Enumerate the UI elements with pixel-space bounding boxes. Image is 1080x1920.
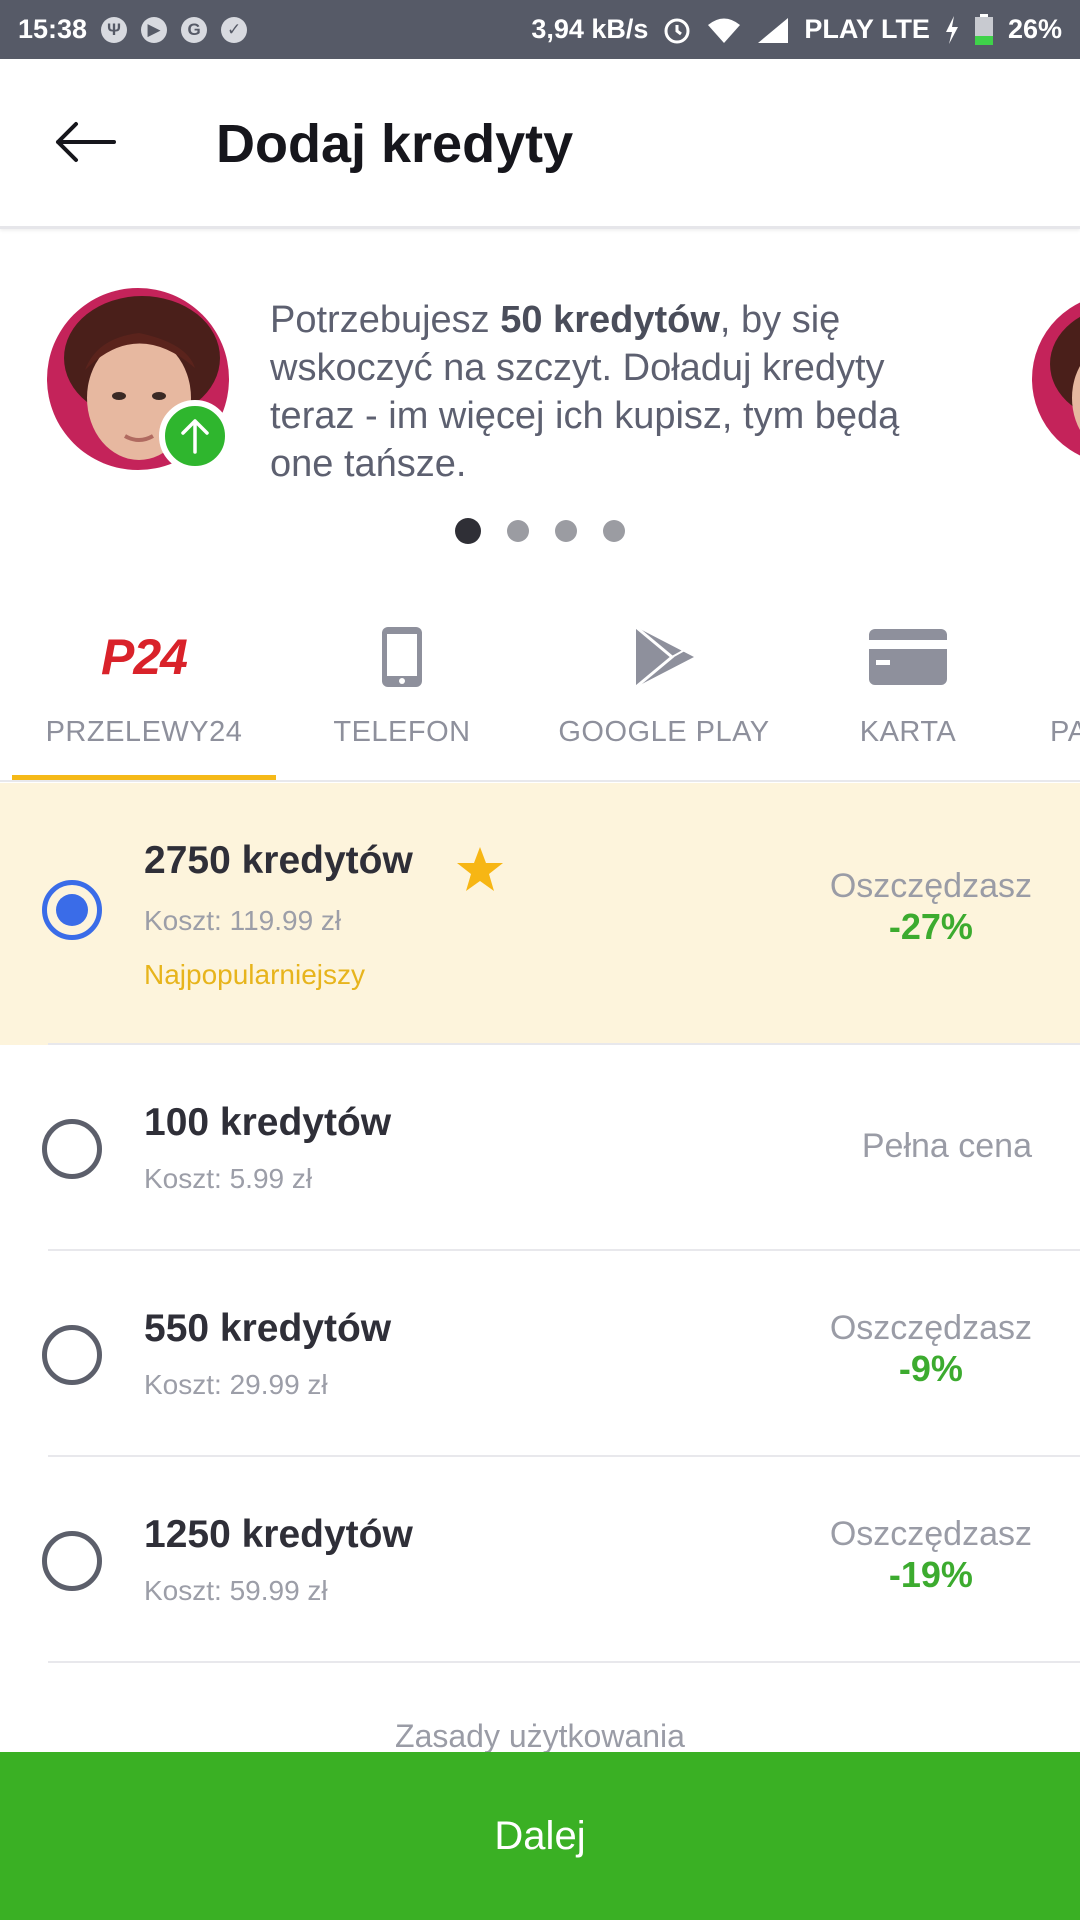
tab-label: PA — [1050, 716, 1080, 748]
tab-przelewy24[interactable]: P24 PRZELEWY24 — [12, 600, 276, 780]
charging-icon — [944, 15, 960, 44]
option-title: 550 kredytów — [144, 1307, 392, 1350]
card-icon — [868, 612, 948, 702]
popular-tag: Najpopularniejszy — [144, 959, 366, 990]
radio-button-selected[interactable] — [42, 880, 102, 940]
option-title: 1250 kredytów — [144, 1513, 413, 1556]
savings-label: Oszczędzasz — [829, 1309, 1032, 1347]
tab-karta[interactable]: KARTA — [840, 600, 976, 780]
alarm-icon — [662, 15, 692, 45]
carousel-dots — [455, 518, 625, 544]
arrow-up-icon — [159, 400, 231, 472]
savings-block: Oszczędzasz -9% — [830, 1309, 1032, 1390]
full-price-label: Pełna cena — [861, 1127, 1032, 1165]
savings-value: -27% — [888, 906, 973, 947]
option-title: 2750 kredytów — [144, 839, 413, 882]
p24-logo: P24 — [101, 629, 188, 685]
tab-telefon[interactable]: TELEFON — [296, 600, 508, 780]
promo-carousel[interactable]: Potrzebujesz 50 kredytów, by się wskoczy… — [0, 232, 1080, 562]
g-icon: G — [181, 16, 208, 43]
carousel-dot[interactable] — [455, 518, 481, 544]
radio-button[interactable] — [42, 1531, 102, 1591]
option-cost: Koszt: 119.99 zł — [144, 905, 342, 936]
carousel-dot[interactable] — [603, 520, 625, 542]
tab-partial[interactable]: PA — [1050, 600, 1080, 780]
savings-block: Oszczędzasz -19% — [830, 1515, 1032, 1596]
status-bar: 15:38 Ψ ▶ G ✓ 3,94 kB/s PLAY LTE 26% — [0, 0, 1080, 59]
battery-percent: 26% — [1007, 14, 1062, 44]
star-icon — [457, 847, 503, 891]
status-time: 15:38 — [18, 14, 88, 44]
tab-google-play[interactable]: GOOGLE PLAY — [546, 600, 782, 780]
usb-icon: Ψ — [101, 16, 128, 43]
google-play-icon — [632, 612, 696, 702]
tab-indicator — [12, 775, 276, 780]
terms-link[interactable]: Zasady użytkowania — [0, 1718, 1080, 1755]
carrier-label: PLAY LTE — [804, 14, 930, 44]
option-title: 100 kredytów — [144, 1101, 392, 1144]
option-cost: Koszt: 59.99 zł — [144, 1575, 328, 1606]
option-cost: Koszt: 5.99 zł — [144, 1163, 313, 1194]
play-icon: ▶ — [141, 16, 168, 43]
credit-options: 2750 kredytów Koszt: 119.99 zł Najpopula… — [0, 783, 1080, 1663]
net-speed: 3,94 kB/s — [531, 14, 649, 44]
savings-value: -19% — [888, 1554, 973, 1595]
savings-label: Oszczędzasz — [829, 867, 1032, 905]
tab-label: GOOGLE PLAY — [558, 716, 770, 748]
tab-label: TELEFON — [333, 716, 471, 748]
arrow-left-icon — [56, 122, 116, 162]
divider — [48, 1661, 1080, 1663]
tab-label: KARTA — [859, 716, 957, 748]
user-avatar — [47, 288, 231, 472]
carousel-dot[interactable] — [555, 520, 577, 542]
carousel-dot[interactable] — [507, 520, 529, 542]
promo-text: Potrzebujesz 50 kredytów, by się wskoczy… — [270, 299, 900, 485]
credit-option[interactable]: 550 kredytów Koszt: 29.99 zł Oszczędzasz… — [0, 1251, 1080, 1457]
back-button[interactable] — [40, 107, 130, 177]
shield-icon: ✓ — [221, 16, 248, 43]
radio-button[interactable] — [42, 1119, 102, 1179]
next-avatar — [1032, 294, 1080, 464]
radio-button[interactable] — [42, 1325, 102, 1385]
credit-option[interactable]: 1250 kredytów Koszt: 59.99 zł Oszczędzas… — [0, 1457, 1080, 1663]
phone-icon — [380, 612, 424, 702]
credit-option[interactable]: 100 kredytów Koszt: 5.99 zł Pełna cena — [0, 1045, 1080, 1251]
next-button[interactable]: Dalej — [0, 1752, 1080, 1920]
savings-value: -9% — [898, 1348, 963, 1389]
savings-block: Oszczędzasz -27% — [830, 867, 1032, 948]
page-title: Dodaj kredyty — [216, 114, 574, 174]
savings-label: Oszczędzasz — [829, 1515, 1032, 1553]
app-bar: Dodaj kredyty — [0, 59, 1080, 229]
tab-label: PRZELEWY24 — [45, 716, 243, 748]
payment-tabs: P24 PRZELEWY24 TELEFON GOOGLE PLAY KARTA… — [0, 600, 1080, 782]
signal-icon — [756, 16, 790, 44]
wifi-icon — [706, 16, 742, 44]
option-cost: Koszt: 29.99 zł — [144, 1369, 328, 1400]
credit-option[interactable]: 2750 kredytów Koszt: 119.99 zł Najpopula… — [0, 783, 1080, 1045]
battery-icon — [974, 13, 994, 46]
